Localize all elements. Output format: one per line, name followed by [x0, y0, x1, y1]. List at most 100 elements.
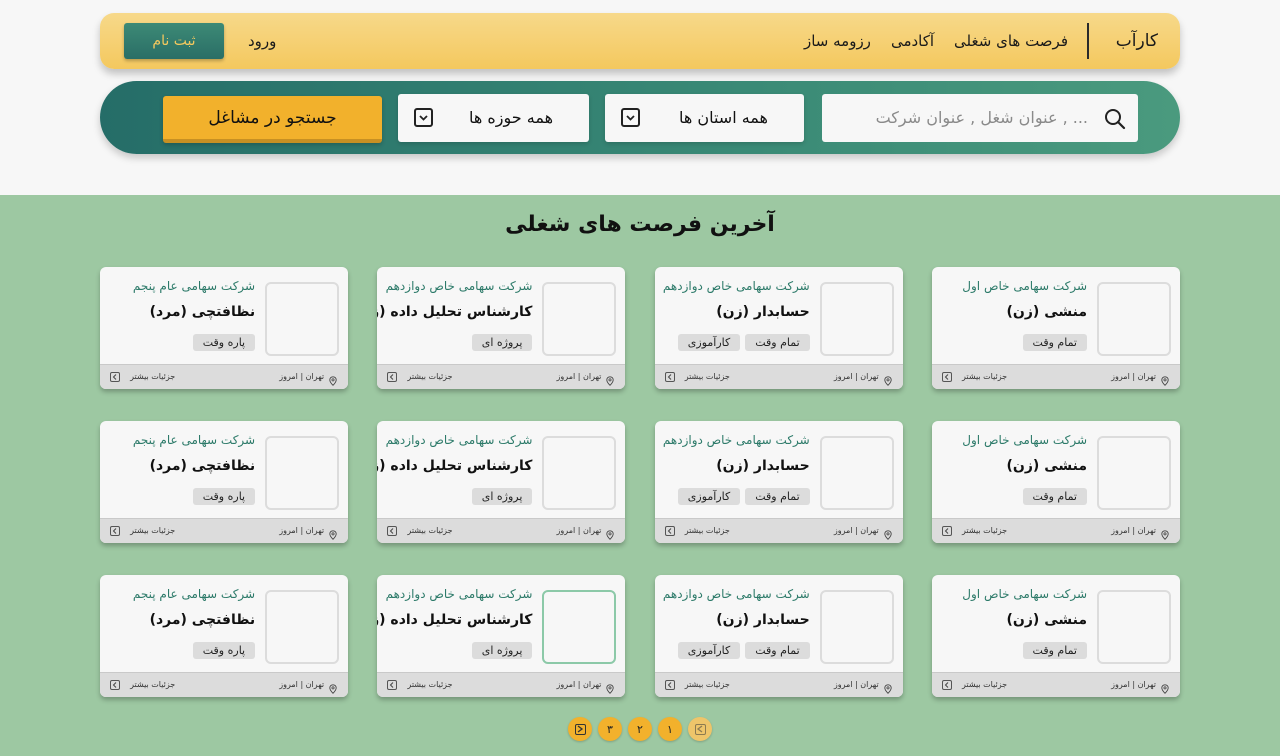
more-details-link[interactable]: جزئیات بیشتر: [942, 365, 1007, 389]
nav-divider: [1087, 23, 1089, 59]
card-footer: تهران | امروز جزئیات بیشتر: [654, 518, 903, 543]
job-tags: تمام وقت کارآموزی: [677, 642, 810, 659]
job-type-tag: پروژه ای: [471, 488, 533, 505]
more-details-link[interactable]: جزئیات بیشتر: [664, 519, 730, 543]
job-card[interactable]: شرکت سهامی خاص دوازدهم کارشناس تحلیل داد…: [377, 267, 626, 389]
location-pin-icon: [883, 680, 893, 694]
more-details-link[interactable]: جزئیات بیشتر: [942, 673, 1007, 697]
job-card[interactable]: شرکت سهامی عام پنجم نظافتچی (مرد) پاره و…: [100, 421, 349, 543]
page-3-button[interactable]: ۳: [598, 717, 622, 741]
field-select[interactable]: همه حوزه ها: [398, 94, 589, 142]
more-details-link[interactable]: جزئیات بیشتر: [664, 673, 730, 697]
location-text: تهران | امروز: [556, 526, 602, 535]
nav-link-jobs[interactable]: فرصت های شغلی: [954, 32, 1068, 50]
company-logo-placeholder: [542, 282, 617, 356]
company-name[interactable]: شرکت سهامی عام پنجم: [133, 279, 255, 293]
more-details-link[interactable]: جزئیات بیشتر: [664, 365, 730, 389]
location-pin-icon: [1160, 526, 1170, 540]
job-tags: پروژه ای: [471, 334, 533, 351]
chevron-left-icon: [110, 526, 121, 536]
province-select[interactable]: همه استان ها: [605, 94, 804, 142]
job-title[interactable]: کارشناس تحلیل داده (زن): [377, 458, 532, 474]
location-text: تهران | امروز: [1111, 680, 1156, 689]
job-tags: پاره وقت: [192, 642, 256, 659]
page-2-button[interactable]: ۲: [628, 717, 652, 741]
job-card[interactable]: شرکت سهامی عام پنجم نظافتچی (مرد) پاره و…: [100, 267, 349, 389]
company-name[interactable]: شرکت سهامی عام پنجم: [133, 433, 255, 447]
company-name[interactable]: شرکت سهامی خاص اول: [962, 433, 1087, 447]
location-text: تهران | امروز: [556, 680, 602, 689]
more-details-link[interactable]: جزئیات بیشتر: [387, 519, 453, 543]
job-title[interactable]: حسابدار (زن): [716, 458, 809, 474]
job-card[interactable]: شرکت سهامی خاص دوازدهم کارشناس تحلیل داد…: [377, 421, 626, 543]
job-card[interactable]: شرکت سهامی خاص اول منشی (زن) تمام وقت ته…: [932, 575, 1180, 697]
card-footer: تهران | امروز جزئیات بیشتر: [377, 518, 626, 543]
more-details-text: جزئیات بیشتر: [962, 680, 1008, 689]
more-details-link[interactable]: جزئیات بیشتر: [110, 365, 175, 389]
prev-page-button[interactable]: [688, 717, 712, 741]
login-link[interactable]: ورود: [248, 13, 276, 69]
company-name[interactable]: شرکت سهامی خاص دوازدهم: [386, 433, 533, 447]
job-title[interactable]: نظافتچی (مرد): [150, 612, 256, 628]
more-details-text: جزئیات بیشتر: [962, 372, 1008, 381]
job-card[interactable]: شرکت سهامی خاص دوازدهم حسابدار (زن) تمام…: [654, 421, 903, 543]
card-footer: تهران | امروز جزئیات بیشتر: [932, 364, 1180, 389]
job-card[interactable]: شرکت سهامی خاص اول منشی (زن) تمام وقت ته…: [932, 267, 1180, 389]
company-name[interactable]: شرکت سهامی عام پنجم: [133, 587, 255, 601]
location-pin-icon: [605, 680, 615, 694]
company-name[interactable]: شرکت سهامی خاص اول: [962, 587, 1087, 601]
register-button[interactable]: ثبت نام: [124, 23, 224, 59]
company-name[interactable]: شرکت سهامی خاص اول: [962, 279, 1087, 293]
location-pin-icon: [605, 372, 615, 386]
job-card[interactable]: شرکت سهامی خاص دوازدهم حسابدار (زن) تمام…: [654, 267, 903, 389]
job-title[interactable]: حسابدار (زن): [716, 304, 809, 320]
location-text: تهران | امروز: [1111, 526, 1156, 535]
chevron-left-icon: [942, 526, 952, 536]
job-location: تهران | امروز: [1111, 519, 1170, 543]
job-card[interactable]: شرکت سهامی خاص دوازدهم حسابدار (زن) تمام…: [654, 575, 903, 697]
more-details-link[interactable]: جزئیات بیشتر: [387, 365, 453, 389]
job-title[interactable]: کارشناس تحلیل داده (زن): [377, 612, 532, 628]
nav-link-academy[interactable]: آکادمی: [891, 32, 934, 50]
search-jobs-button[interactable]: جستجو در مشاغل: [163, 96, 382, 143]
job-title[interactable]: منشی (زن): [1007, 458, 1087, 474]
job-title[interactable]: نظافتچی (مرد): [150, 304, 256, 320]
nav-link-resume-builder[interactable]: رزومه ساز: [804, 32, 871, 50]
job-title[interactable]: منشی (زن): [1007, 612, 1087, 628]
company-name[interactable]: شرکت سهامی خاص دوازدهم: [386, 279, 533, 293]
brand-logo[interactable]: کارآب: [1116, 13, 1158, 69]
more-details-link[interactable]: جزئیات بیشتر: [942, 519, 1007, 543]
search-input[interactable]: عنوان شغل , عنوان شرکت , ...: [822, 94, 1138, 142]
location-text: تهران | امروز: [833, 372, 879, 381]
page-1-button[interactable]: ۱: [658, 717, 682, 741]
more-details-link[interactable]: جزئیات بیشتر: [387, 673, 453, 697]
more-details-text: جزئیات بیشتر: [130, 526, 176, 535]
job-card[interactable]: شرکت سهامی عام پنجم نظافتچی (مرد) پاره و…: [100, 575, 349, 697]
job-title[interactable]: کارشناس تحلیل داده (زن): [377, 304, 532, 320]
job-title[interactable]: نظافتچی (مرد): [150, 458, 256, 474]
more-details-link[interactable]: جزئیات بیشتر: [110, 673, 175, 697]
job-location: تهران | امروز: [1111, 673, 1170, 697]
company-logo-placeholder: [542, 590, 617, 664]
job-card[interactable]: شرکت سهامی خاص اول منشی (زن) تمام وقت ته…: [932, 421, 1180, 543]
job-type-tag: پاره وقت: [192, 334, 256, 351]
company-name[interactable]: شرکت سهامی خاص دوازدهم: [663, 433, 810, 447]
company-name[interactable]: شرکت سهامی خاص دوازدهم: [663, 587, 810, 601]
prev-icon: [694, 723, 706, 735]
card-footer: تهران | امروز جزئیات بیشتر: [932, 672, 1180, 697]
job-title[interactable]: حسابدار (زن): [716, 612, 809, 628]
chevron-left-icon: [387, 526, 398, 536]
job-tags: پاره وقت: [192, 334, 256, 351]
company-name[interactable]: شرکت سهامی خاص دوازدهم: [663, 279, 810, 293]
company-logo-placeholder: [819, 282, 894, 356]
company-name[interactable]: شرکت سهامی خاص دوازدهم: [386, 587, 533, 601]
job-tags: تمام وقت کارآموزی: [677, 334, 810, 351]
card-footer: تهران | امروز جزئیات بیشتر: [100, 364, 349, 389]
job-type-tag: پروژه ای: [471, 642, 533, 659]
next-page-button[interactable]: [568, 717, 592, 741]
more-details-text: جزئیات بیشتر: [684, 680, 730, 689]
more-details-link[interactable]: جزئیات بیشتر: [110, 519, 175, 543]
job-location: تهران | امروز: [1111, 365, 1170, 389]
job-card[interactable]: شرکت سهامی خاص دوازدهم کارشناس تحلیل داد…: [377, 575, 626, 697]
job-title[interactable]: منشی (زن): [1007, 304, 1087, 320]
